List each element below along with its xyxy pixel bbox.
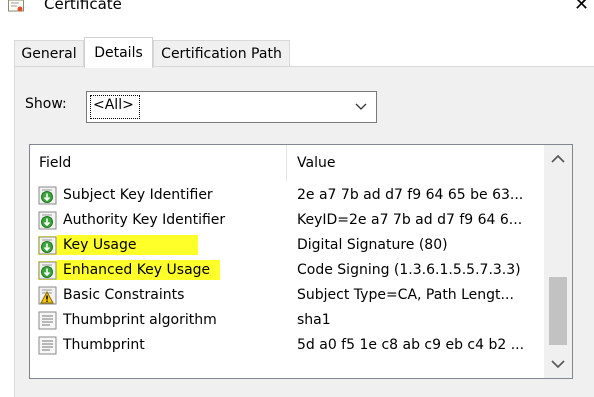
list-item[interactable]: Key Usage Digital Signature (80) <box>30 233 544 258</box>
field-name: Subject Key Identifier <box>63 187 213 203</box>
field-name: Thumbprint algorithm <box>63 312 217 328</box>
show-selected-value: <All> <box>93 97 134 113</box>
list-item[interactable]: Thumbprint 5d a0 f5 1e c8 ab c9 eb c4 b2… <box>30 333 544 358</box>
field-value: Digital Signature (80) <box>297 237 448 253</box>
list-item[interactable]: Authority Key Identifier KeyID=2e a7 7b … <box>30 208 544 233</box>
field-name: Key Usage <box>57 235 199 255</box>
list-item[interactable]: Thumbprint algorithm sha1 <box>30 308 544 333</box>
column-header-value[interactable]: Value <box>288 145 544 181</box>
list-item[interactable]: Enhanced Key Usage Code Signing (1.3.6.1… <box>30 258 544 283</box>
list-item[interactable]: Basic Constraints Subject Type=CA, Path … <box>30 283 544 308</box>
field-value: 5d a0 f5 1e c8 ab c9 eb c4 b2 ... <box>297 337 525 353</box>
extension-green-icon <box>38 186 57 205</box>
scroll-down-button[interactable] <box>544 350 572 378</box>
list-item[interactable]: Subject Key Identifier 2e a7 7b ad d7 f9… <box>30 183 544 208</box>
field-value: Subject Type=CA, Path Lengt... <box>297 287 514 303</box>
column-header-field[interactable]: Field <box>30 145 287 181</box>
field-name: Authority Key Identifier <box>63 212 226 228</box>
extension-green-icon <box>38 236 57 255</box>
tab-general[interactable]: General <box>14 40 84 67</box>
field-name: Enhanced Key Usage <box>57 260 221 280</box>
tab-certification-path[interactable]: Certification Path <box>153 40 290 67</box>
scrollbar-thumb[interactable] <box>549 277 567 345</box>
certificate-icon <box>8 0 24 12</box>
tab-details[interactable]: Details <box>84 37 153 68</box>
property-document-icon <box>38 311 57 330</box>
field-value: Code Signing (1.3.6.1.5.5.7.3.3) <box>297 262 521 278</box>
extension-warning-icon <box>38 286 57 305</box>
field-value: sha1 <box>297 312 331 328</box>
title-bar: Certificate ✕ <box>0 0 594 22</box>
fields-list[interactable]: Field Value Subject Key Identifier 2e a7… <box>29 144 573 379</box>
field-name: Basic Constraints <box>63 287 185 303</box>
chevron-down-icon <box>355 103 367 110</box>
close-button[interactable]: ✕ <box>574 0 589 16</box>
extension-green-icon <box>38 211 57 230</box>
show-dropdown[interactable]: <All> <box>86 91 377 123</box>
field-value: KeyID=2e a7 7b ad d7 f9 64 6... <box>297 212 523 228</box>
window-title: Certificate <box>44 0 122 13</box>
show-label: Show: <box>25 96 67 112</box>
scroll-up-button[interactable] <box>544 145 572 173</box>
property-document-icon <box>38 336 57 355</box>
field-value: 2e a7 7b ad d7 f9 64 65 be 63... <box>297 187 524 203</box>
extension-green-icon <box>38 261 57 280</box>
field-name: Thumbprint <box>63 337 145 353</box>
vertical-scrollbar[interactable] <box>544 145 572 378</box>
